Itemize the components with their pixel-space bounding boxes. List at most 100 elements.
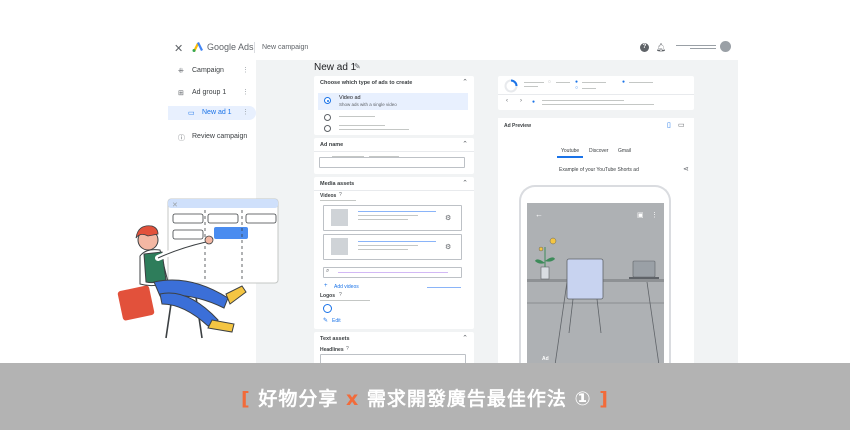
videos-label: Videos bbox=[320, 193, 337, 199]
bell-icon[interactable]: 🔔︎ bbox=[656, 43, 666, 52]
shorts-ad-preview-image: ← ▣ ⋮ bbox=[527, 203, 664, 365]
placeholder-line bbox=[582, 88, 596, 89]
placeholder-line bbox=[320, 200, 356, 201]
placeholder-line bbox=[358, 219, 408, 220]
video-title-line bbox=[358, 241, 436, 242]
chevron-up-icon[interactable]: ⌃ bbox=[462, 334, 468, 342]
character-illustration: ✕ bbox=[117, 198, 279, 339]
settings-icon[interactable]: ⚙︎ bbox=[445, 243, 451, 251]
placeholder-line bbox=[524, 86, 538, 87]
card-title: Media assets bbox=[320, 181, 355, 187]
banner-bracket-open: [ bbox=[241, 388, 251, 410]
chevron-up-icon[interactable]: ⌃ bbox=[462, 140, 468, 148]
edit-icon[interactable]: ✎ bbox=[354, 62, 361, 71]
video-thumbnail bbox=[331, 209, 348, 226]
edit-logos-link[interactable]: Edit bbox=[332, 318, 341, 324]
share-icon[interactable]: ⋖ bbox=[683, 165, 689, 173]
sidebar-item-label: Review campaign bbox=[192, 133, 248, 140]
help-circle-icon[interactable]: ? bbox=[346, 346, 349, 352]
preview-caption: Example of your YouTube Shorts ad bbox=[559, 167, 639, 173]
banner-text-part1: 好物分享 bbox=[258, 388, 339, 410]
close-icon[interactable]: ✕ bbox=[174, 42, 183, 55]
placeholder-line bbox=[358, 215, 418, 216]
app-name: Google Ads bbox=[207, 42, 254, 52]
ad-icon: ▭ bbox=[188, 110, 195, 117]
card-title: Ad name bbox=[320, 142, 344, 148]
placeholder-line bbox=[542, 104, 654, 105]
more-icon[interactable]: ⋮ bbox=[242, 108, 249, 116]
chevron-right-icon[interactable]: › bbox=[520, 98, 522, 104]
sidebar-item-label: Ad group 1 bbox=[192, 89, 227, 96]
ad-tag: Ad bbox=[542, 356, 549, 362]
breadcrumb: New campaign bbox=[262, 44, 309, 51]
ad-name-card: Ad name ⌃ bbox=[314, 138, 474, 174]
chevron-left-icon[interactable]: ‹ bbox=[506, 98, 508, 104]
placeholder-line bbox=[339, 129, 409, 130]
sidebar-item-ad-group[interactable]: ⊞ Ad group 1 ⋮ bbox=[168, 86, 256, 100]
banner-bracket-close: ] bbox=[599, 388, 609, 410]
help-circle-icon[interactable]: ? bbox=[339, 192, 342, 198]
status-dot-icon: ● bbox=[532, 99, 536, 105]
placeholder-line bbox=[358, 249, 408, 250]
more-icon[interactable]: ⋮ bbox=[242, 66, 249, 74]
help-icon[interactable]: ? bbox=[640, 43, 649, 52]
svg-text:⋮: ⋮ bbox=[651, 212, 658, 219]
option-subtitle: Show ads with a single video bbox=[339, 102, 397, 107]
chevron-up-icon[interactable]: ⌃ bbox=[462, 78, 468, 86]
sidebar-item-label: New ad 1 bbox=[202, 109, 232, 116]
card-title: Choose which type of ads to create bbox=[320, 80, 413, 86]
account-placeholder-line bbox=[676, 45, 716, 46]
tab-gmail[interactable]: Gmail bbox=[618, 148, 631, 154]
placeholder-line bbox=[339, 116, 375, 117]
info-icon: ◌ bbox=[548, 79, 551, 85]
ad-type-card: Choose which type of ads to create ⌃ Vid… bbox=[314, 76, 474, 135]
avatar[interactable] bbox=[720, 41, 731, 52]
progress-card: ◌ ● ○ ● ‹ › ● bbox=[498, 76, 694, 110]
card-title: Text assets bbox=[320, 336, 350, 342]
placeholder-line bbox=[524, 82, 544, 83]
logo-placeholder[interactable] bbox=[323, 304, 332, 313]
placeholder-line bbox=[556, 82, 570, 83]
option-title: Video ad bbox=[339, 95, 361, 101]
ad-name-input[interactable] bbox=[319, 157, 465, 168]
more-icon[interactable]: ⋮ bbox=[242, 88, 249, 96]
svg-text:←: ← bbox=[535, 210, 543, 219]
status-dot-icon: ○ bbox=[575, 85, 579, 91]
placeholder-line bbox=[358, 245, 418, 246]
help-circle-icon[interactable]: ? bbox=[339, 292, 342, 298]
banner-text-part2: 需求開發廣告最佳作法 bbox=[366, 388, 567, 410]
placeholder-line bbox=[332, 156, 364, 157]
tab-discover[interactable]: Discover bbox=[589, 148, 608, 154]
divider bbox=[314, 190, 474, 191]
edit-icon[interactable]: ✎ bbox=[323, 317, 328, 324]
placeholder-line bbox=[629, 82, 653, 83]
progress-ring bbox=[504, 79, 518, 93]
page: ✕ Google Ads New campaign ? 🔔︎ ⁜ Campaig… bbox=[0, 0, 850, 430]
add-icon[interactable]: + bbox=[324, 283, 328, 289]
radio-option[interactable] bbox=[324, 114, 331, 121]
video-title-line bbox=[358, 211, 436, 212]
svg-text:▣: ▣ bbox=[637, 212, 644, 219]
svg-text:✕: ✕ bbox=[172, 202, 178, 209]
tab-youtube[interactable]: Youtube bbox=[561, 148, 579, 154]
media-assets-card: Media assets ⌃ Videos ? ⚙︎ ⚙︎ ⌕ + Add vi… bbox=[314, 177, 474, 329]
sidebar-item-new-ad[interactable]: ▭ New ad 1 ⋮ bbox=[168, 106, 256, 120]
chevron-up-icon[interactable]: ⌃ bbox=[462, 179, 468, 187]
grid-icon: ⊞ bbox=[178, 90, 184, 97]
campaign-icon: ⁜ bbox=[178, 68, 184, 75]
add-videos-link[interactable]: Add videos bbox=[334, 284, 359, 290]
sidebar-item-campaign[interactable]: ⁜ Campaign ⋮ bbox=[168, 64, 256, 78]
radio-video-ad[interactable] bbox=[324, 97, 331, 104]
placeholder-line bbox=[369, 156, 399, 157]
banner-number: ① bbox=[574, 388, 592, 410]
radio-option[interactable] bbox=[324, 125, 331, 132]
status-dot-icon: ● bbox=[622, 79, 626, 85]
settings-icon[interactable]: ⚙︎ bbox=[445, 214, 451, 222]
divider bbox=[314, 151, 474, 152]
mobile-icon[interactable]: ▯ bbox=[667, 121, 671, 129]
preview-title: Ad Preview bbox=[504, 123, 531, 129]
search-icon: ⌕ bbox=[326, 268, 330, 274]
desktop-icon[interactable]: ▭ bbox=[678, 121, 685, 129]
info-icon: ⓘ bbox=[178, 135, 185, 142]
sidebar-item-review[interactable]: ⓘ Review campaign bbox=[168, 130, 256, 144]
